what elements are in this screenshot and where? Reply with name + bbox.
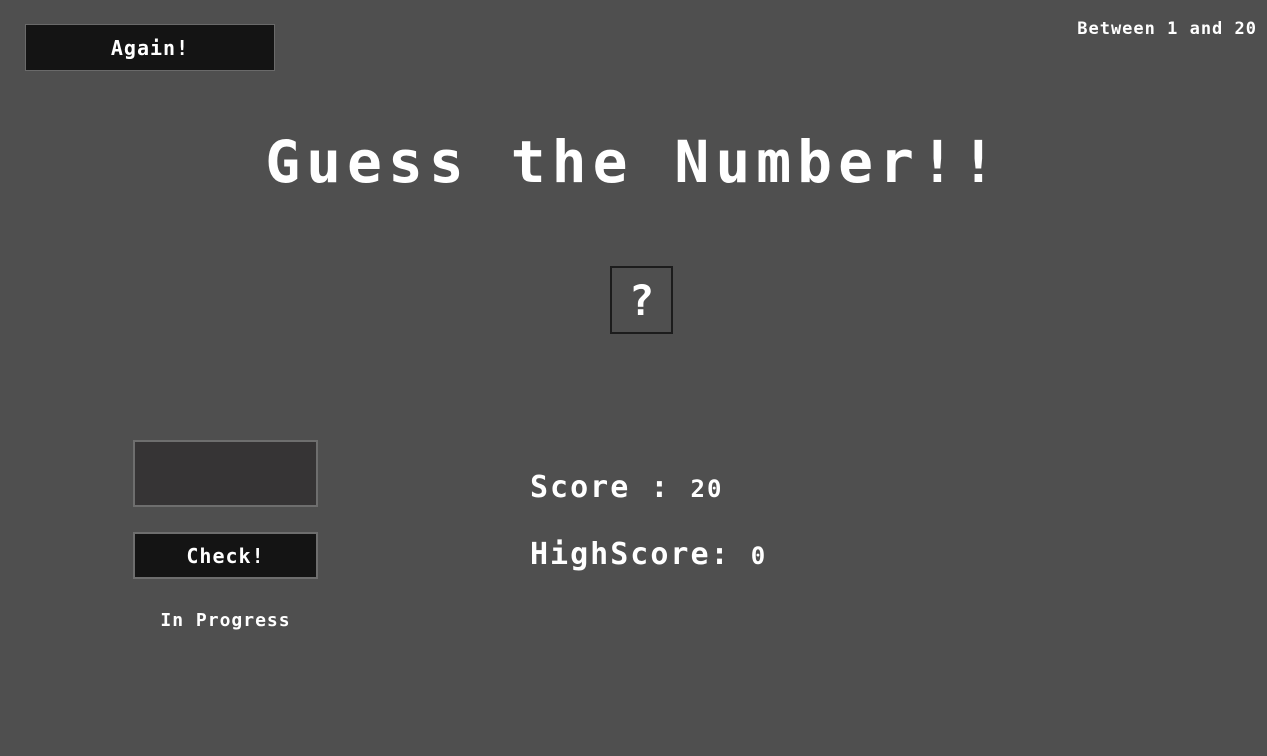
- status-message: In Progress: [160, 610, 291, 631]
- page-title: Guess the Number!!: [265, 128, 1002, 196]
- score-label: Score :: [530, 470, 691, 505]
- secret-number-display: ?: [628, 275, 655, 325]
- check-button[interactable]: Check!: [133, 532, 318, 579]
- score-value: 20: [690, 475, 724, 503]
- score-row: Score : 20: [530, 470, 723, 505]
- range-hint: Between 1 and 20: [1077, 19, 1257, 39]
- secret-number-box: ?: [610, 266, 673, 334]
- highscore-row: HighScore: 0: [530, 537, 767, 572]
- highscore-value: 0: [750, 542, 768, 570]
- guess-input[interactable]: [133, 440, 318, 507]
- again-button[interactable]: Again!: [25, 24, 275, 71]
- highscore-label: HighScore:: [530, 537, 751, 572]
